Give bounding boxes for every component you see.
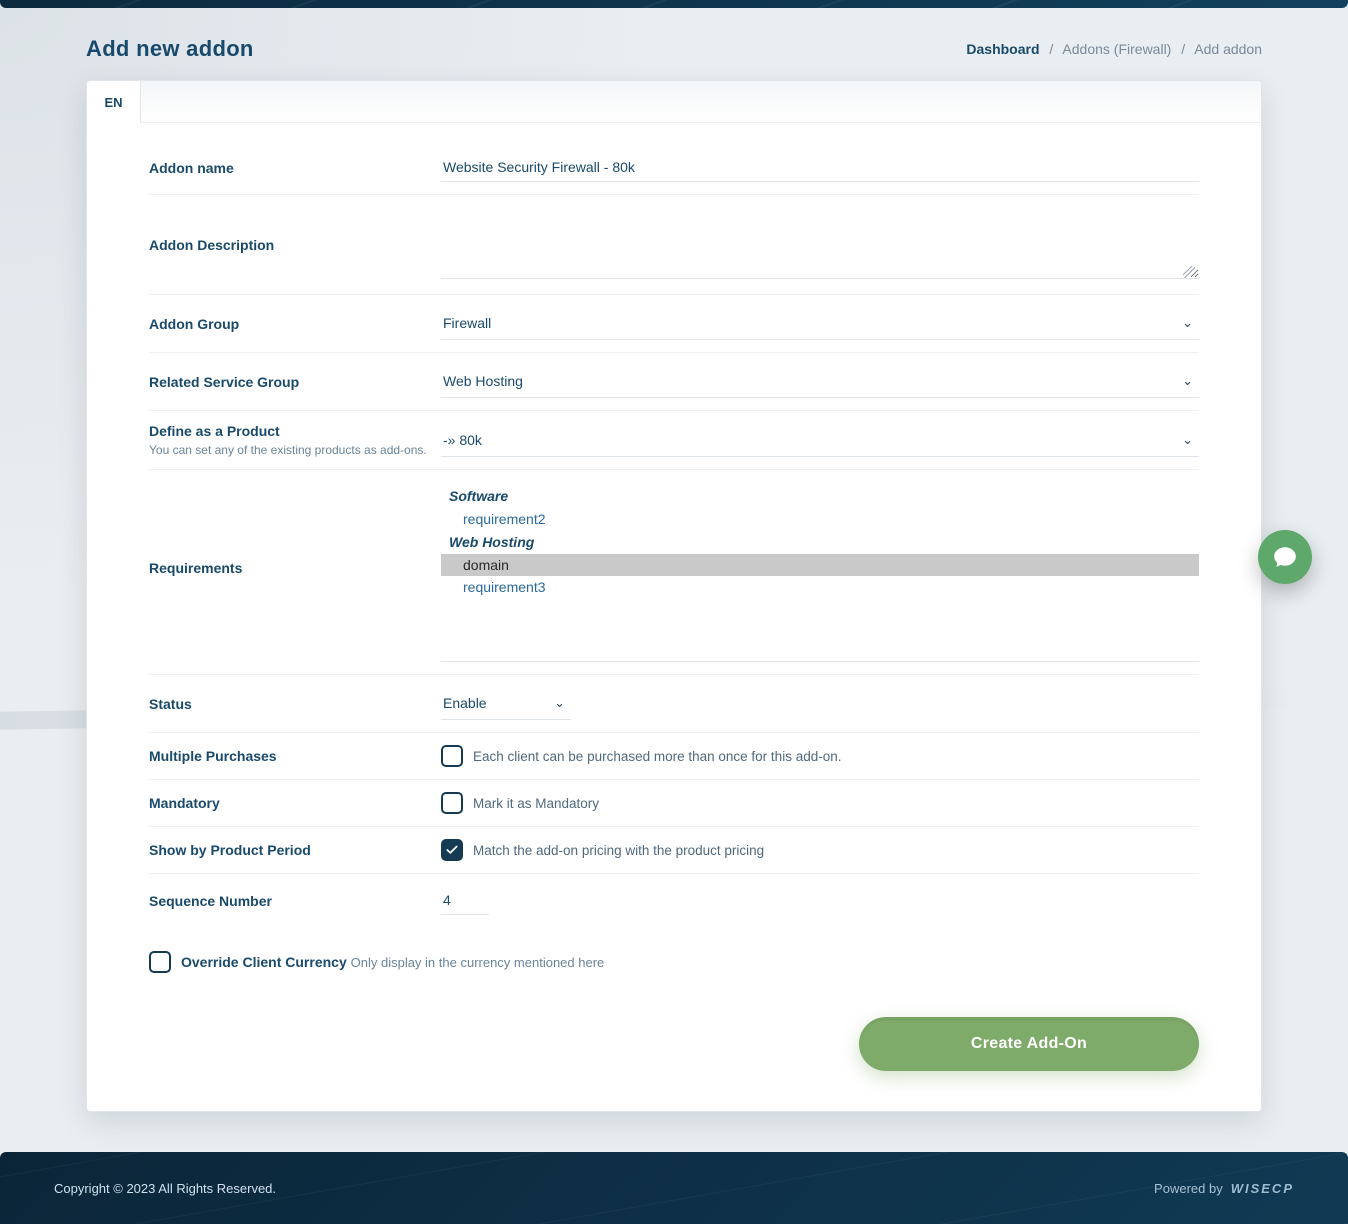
label-addon-group: Addon Group (149, 316, 441, 332)
status-value: Enable (441, 687, 571, 719)
label-define-as-product: Define as a Product You can set any of t… (149, 423, 441, 457)
requirements-group: Software (441, 484, 1199, 508)
label-status: Status (149, 696, 441, 712)
show-by-period-desc: Match the add-on pricing with the produc… (473, 843, 764, 858)
override-currency-primary: Override Client Currency (181, 954, 347, 970)
form-card: EN Addon name Addon Description (86, 80, 1262, 1112)
footer-copyright: Copyright © 2023 All Rights Reserved. (54, 1181, 276, 1196)
breadcrumb-current: Add addon (1194, 41, 1262, 57)
addon-group-value: Firewall (441, 307, 1199, 339)
chat-fab[interactable] (1258, 530, 1312, 584)
label-sequence-number: Sequence Number (149, 893, 441, 909)
addon-name-input[interactable] (441, 153, 1199, 182)
override-currency-checkbox[interactable] (149, 951, 171, 973)
breadcrumb-sep: / (1049, 41, 1053, 57)
sequence-number-input[interactable] (441, 886, 489, 915)
create-addon-button[interactable]: Create Add-On (859, 1017, 1199, 1071)
label-define-as-product-sub: You can set any of the existing products… (149, 443, 431, 457)
related-service-group-select[interactable]: Web Hosting ⌄ (441, 365, 1199, 398)
label-define-as-product-text: Define as a Product (149, 423, 280, 439)
status-select[interactable]: Enable ⌄ (441, 687, 571, 720)
breadcrumb-dashboard[interactable]: Dashboard (966, 41, 1039, 57)
breadcrumb: Dashboard / Addons (Firewall) / Add addo… (966, 41, 1262, 57)
card-header: EN (87, 81, 1261, 123)
multiple-purchases-desc: Each client can be purchased more than o… (473, 749, 841, 764)
label-mandatory: Mandatory (149, 795, 441, 811)
requirements-group: Web Hosting (441, 530, 1199, 554)
breadcrumb-sep: / (1181, 41, 1185, 57)
requirements-item[interactable]: domain (441, 554, 1199, 576)
label-addon-description: Addon Description (149, 237, 441, 253)
label-related-service-group: Related Service Group (149, 374, 441, 390)
chat-icon (1272, 544, 1298, 570)
related-service-group-value: Web Hosting (441, 365, 1199, 397)
label-show-by-period: Show by Product Period (149, 842, 441, 858)
requirements-item[interactable]: requirement3 (441, 576, 1199, 598)
footer-powered-by: Powered by (1154, 1181, 1223, 1196)
multiple-purchases-checkbox[interactable] (441, 745, 463, 767)
define-as-product-select[interactable]: -» 80k ⌄ (441, 424, 1199, 457)
addon-description-textarea[interactable] (441, 207, 1199, 279)
override-currency-secondary: Only display in the currency mentioned h… (351, 955, 605, 970)
breadcrumb-addons[interactable]: Addons (Firewall) (1062, 41, 1171, 57)
label-requirements: Requirements (149, 482, 441, 576)
page-title: Add new addon (86, 36, 254, 62)
lang-tab-en[interactable]: EN (87, 81, 141, 123)
footer-brand: WISECP (1231, 1181, 1294, 1196)
addon-group-select[interactable]: Firewall ⌄ (441, 307, 1199, 340)
define-as-product-value: -» 80k (441, 424, 1199, 456)
label-multiple-purchases: Multiple Purchases (149, 748, 441, 764)
requirements-item[interactable]: requirement2 (441, 508, 1199, 530)
show-by-period-checkbox[interactable] (441, 839, 463, 861)
mandatory-checkbox[interactable] (441, 792, 463, 814)
mandatory-desc: Mark it as Mandatory (473, 796, 599, 811)
top-bar (0, 0, 1348, 8)
requirements-listbox[interactable]: Softwarerequirement2Web Hostingdomainreq… (441, 482, 1199, 662)
label-addon-name: Addon name (149, 160, 441, 176)
footer: Copyright © 2023 All Rights Reserved. Po… (0, 1152, 1348, 1224)
